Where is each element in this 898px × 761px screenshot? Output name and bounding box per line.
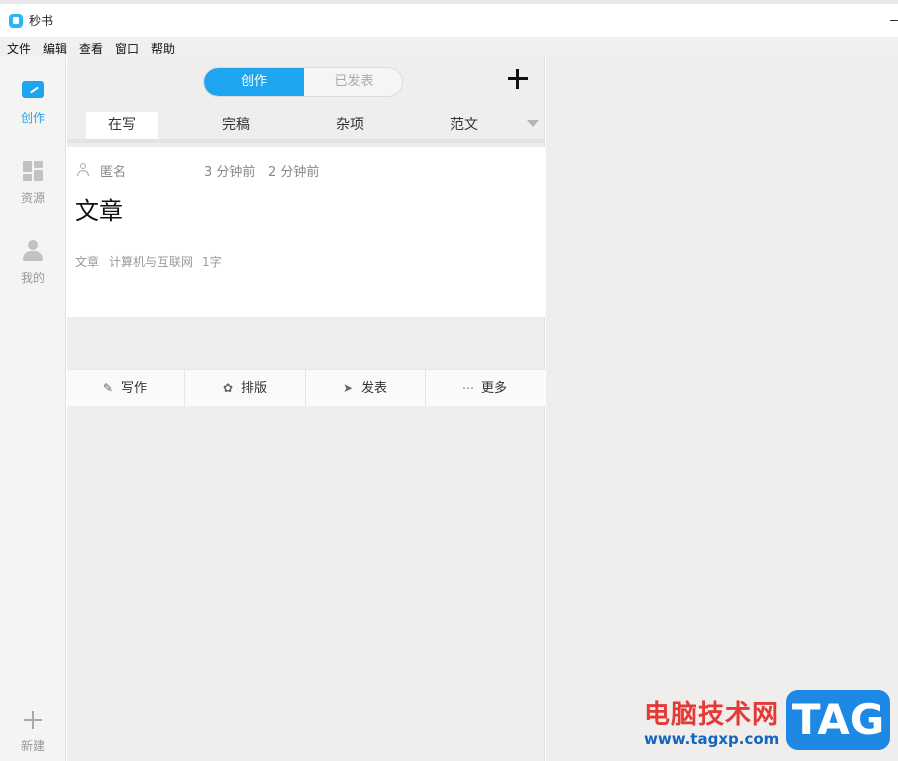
menu-help[interactable]: 帮助 <box>151 40 175 57</box>
card-actions: ✎ 写作 ✿ 排版 ➤ 发表 ⋯ 更多 <box>67 369 545 407</box>
divider <box>184 370 185 407</box>
more-icon: ⋯ <box>462 381 474 395</box>
menu-window[interactable]: 窗口 <box>115 40 139 57</box>
new-button[interactable]: 新建 <box>0 705 66 755</box>
pencil-icon: ✎ <box>102 381 114 395</box>
new-button-label: 新建 <box>20 739 45 753</box>
modified-time: 2 分钟前 <box>268 165 320 180</box>
sidebar-item-label: 创作 <box>20 111 45 125</box>
author-icon <box>77 163 89 176</box>
document-type: 文章 <box>75 255 100 269</box>
more-button-label: 更多 <box>481 381 508 396</box>
word-count: 1字 <box>202 255 222 269</box>
window-title: 秒书 <box>29 14 54 28</box>
write-button-label: 写作 <box>121 381 148 396</box>
status-tabs: 在写 完稿 杂项 范文 <box>67 112 545 139</box>
document-list-panel: 创作 已发表 在写 完稿 杂项 范文 匿名 3 分钟前 2 分钟前 文章 文章 … <box>67 57 545 761</box>
watermark-logo: TAG <box>786 690 890 750</box>
chevron-down-icon[interactable] <box>527 120 539 127</box>
menu-file[interactable]: 文件 <box>7 40 31 57</box>
pen-icon <box>22 81 44 98</box>
created-time: 3 分钟前 <box>204 165 256 180</box>
author-name: 匿名 <box>100 165 127 180</box>
menu-bar: 文件 编辑 查看 窗口 帮助 <box>0 37 898 57</box>
send-icon: ➤ <box>342 381 354 395</box>
publish-button[interactable]: ➤ 发表 <box>341 370 387 407</box>
app-logo-icon <box>9 14 23 28</box>
sidebar-item-label: 资源 <box>20 191 45 205</box>
write-button[interactable]: ✎ 写作 <box>101 370 147 407</box>
title-bar: 秒书 <box>0 0 898 37</box>
user-icon <box>23 240 43 262</box>
document-card[interactable]: 匿名 3 分钟前 2 分钟前 文章 文章 计算机与互联网 1字 ✎ 写作 ✿ 排版 … <box>67 147 545 407</box>
divider <box>305 370 306 407</box>
document-category: 计算机与互联网 <box>109 255 194 269</box>
mode-switch: 创作 已发表 <box>203 67 403 97</box>
plus-icon <box>24 711 42 729</box>
divider <box>67 139 545 143</box>
watermark-url: www.tagxp.com <box>644 730 780 748</box>
menu-edit[interactable]: 编辑 <box>43 40 67 57</box>
tab-finished[interactable]: 完稿 <box>200 112 272 139</box>
dashboard-icon <box>23 161 43 181</box>
more-button[interactable]: ⋯ 更多 <box>461 370 507 407</box>
minimize-button[interactable] <box>890 20 898 21</box>
watermark-text: 电脑技术网 <box>644 700 780 730</box>
editor-area <box>546 57 898 761</box>
menu-view[interactable]: 查看 <box>79 40 103 57</box>
divider <box>425 370 426 407</box>
publish-button-label: 发表 <box>361 381 388 396</box>
tab-writing[interactable]: 在写 <box>86 112 158 139</box>
tab-samples[interactable]: 范文 <box>428 112 500 139</box>
layout-button-label: 排版 <box>241 381 268 396</box>
palette-icon: ✿ <box>222 381 234 395</box>
layout-button[interactable]: ✿ 排版 <box>221 370 267 407</box>
tab-misc[interactable]: 杂项 <box>314 112 386 139</box>
add-icon[interactable] <box>508 69 528 89</box>
segment-create[interactable]: 创作 <box>204 68 304 96</box>
document-title: 文章 <box>75 197 123 225</box>
sidebar-item-label: 我的 <box>20 271 45 285</box>
segment-published[interactable]: 已发表 <box>304 68 402 96</box>
sidebar: 创作 资源 我的 新建 <box>0 57 66 761</box>
